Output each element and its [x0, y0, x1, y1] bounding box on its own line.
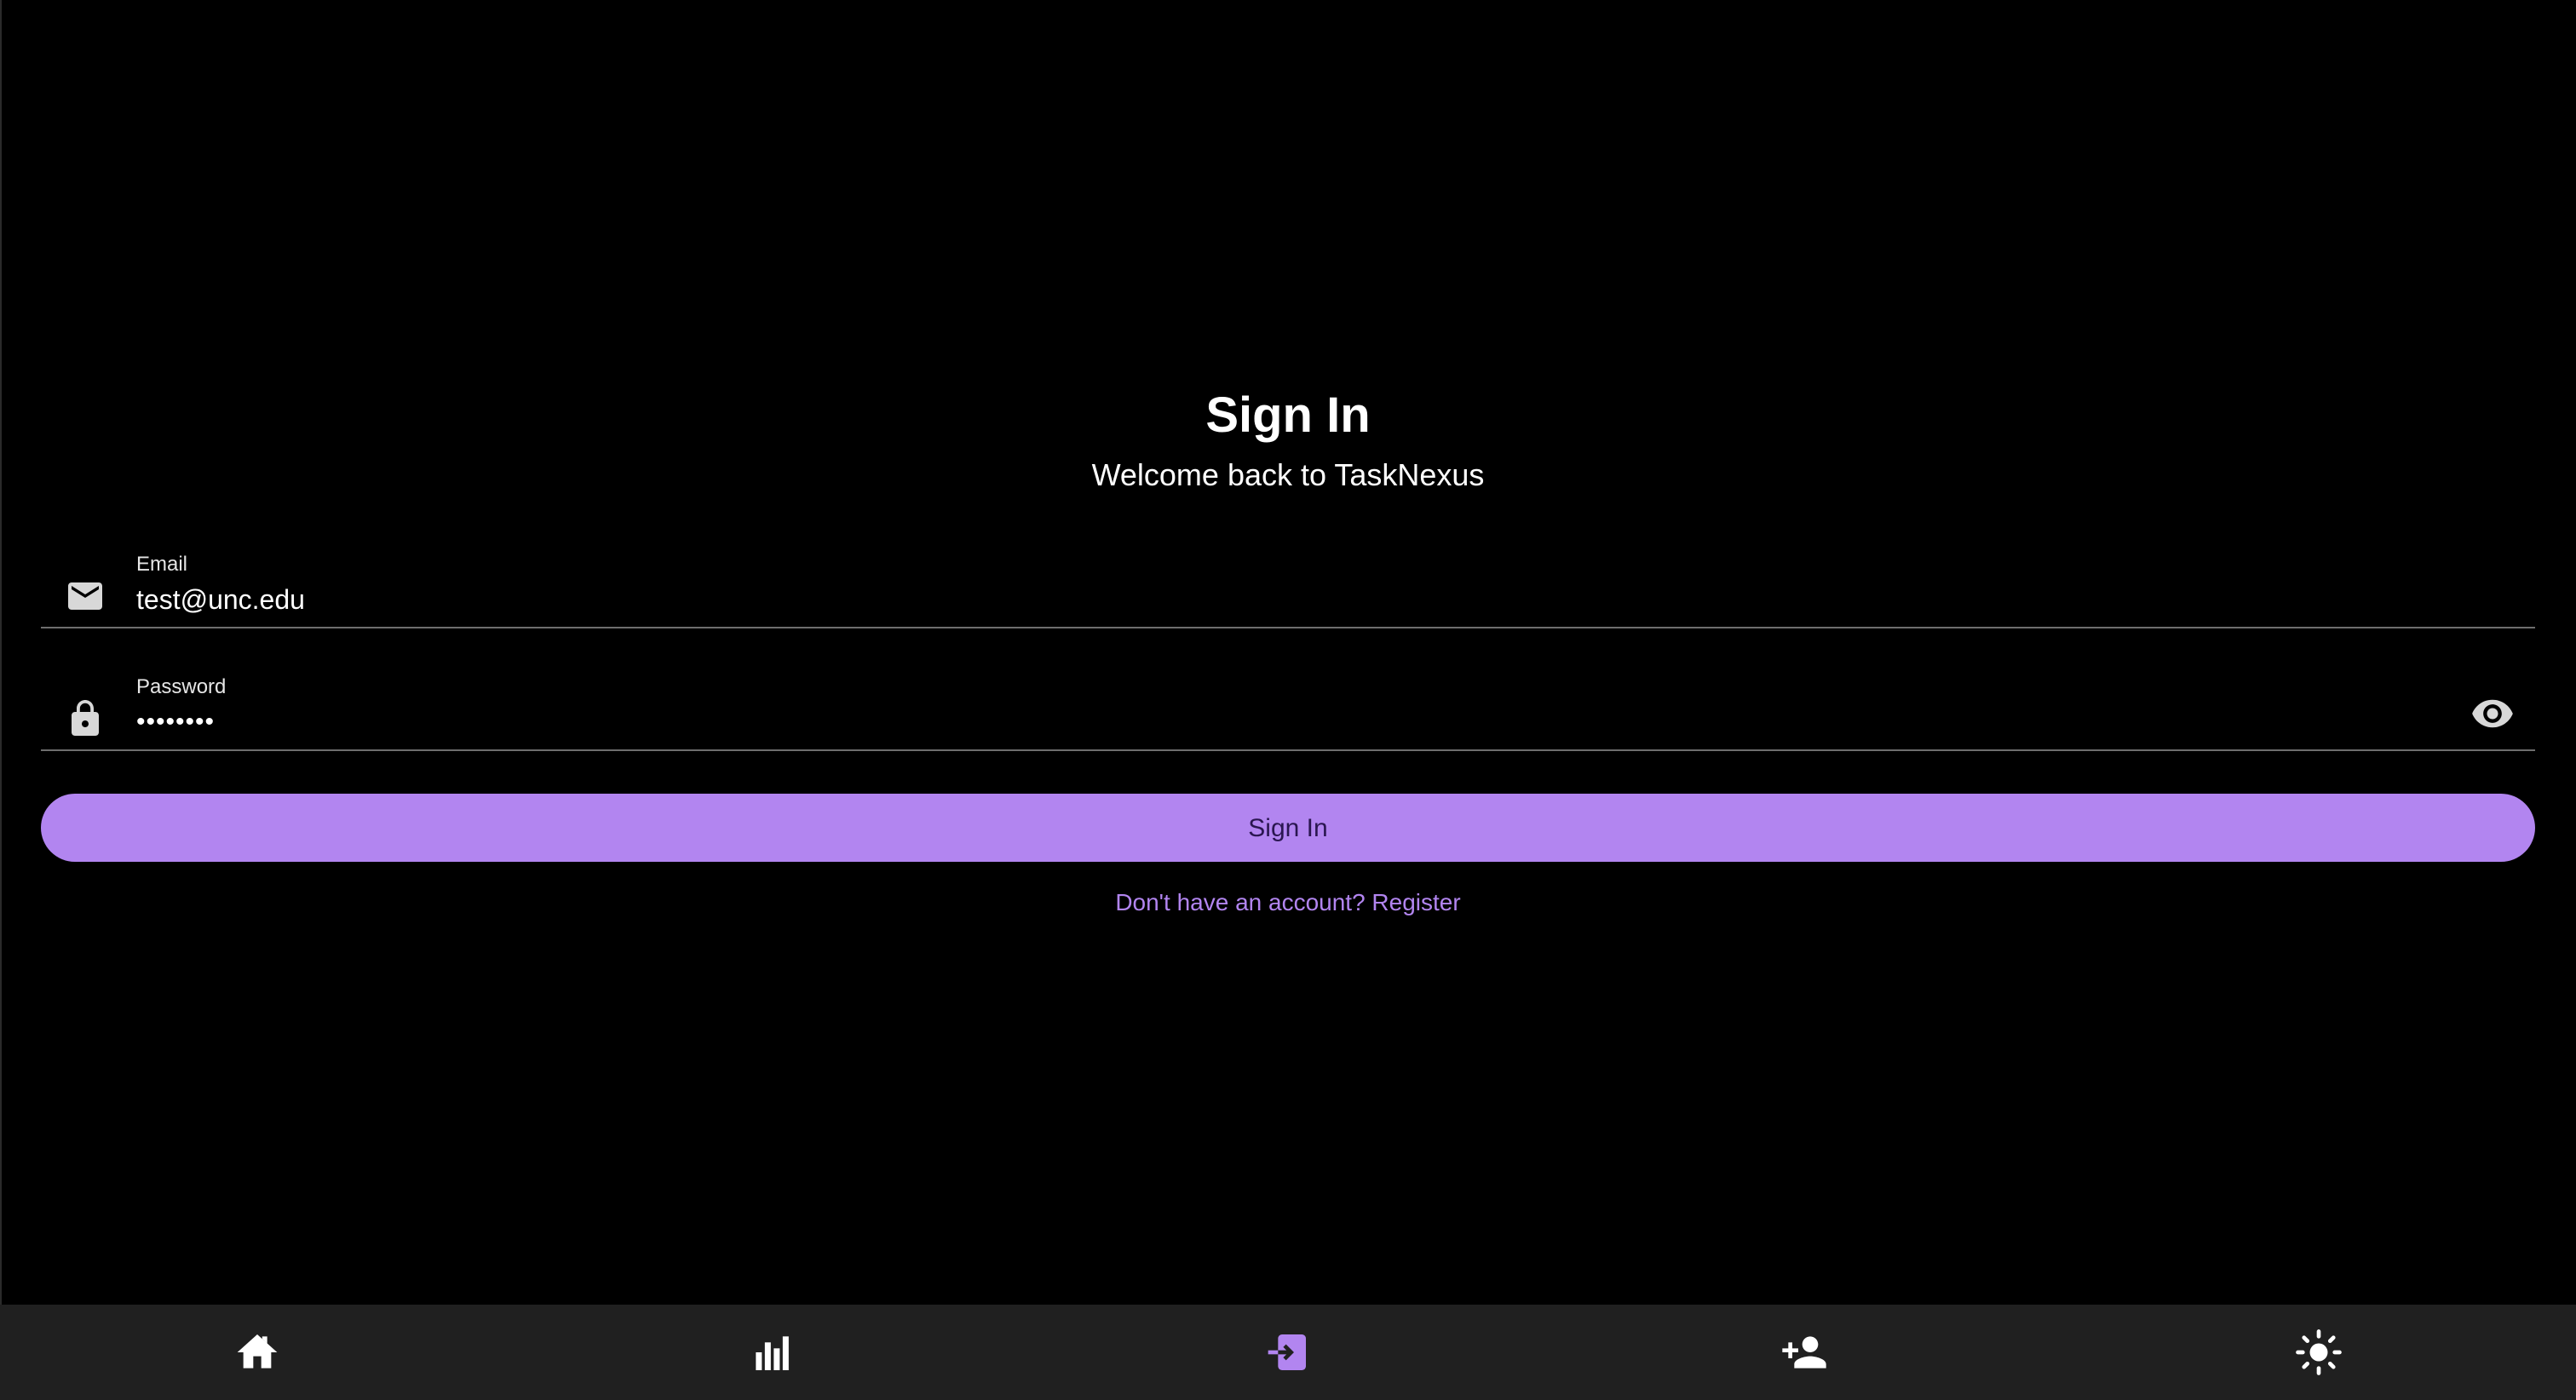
nav-register[interactable]	[1780, 1328, 1828, 1376]
sign-in-page: Sign In Welcome back to TaskNexus Email …	[0, 0, 2576, 1400]
bottom-navigation	[0, 1305, 2576, 1400]
show-password-toggle[interactable]	[2467, 688, 2518, 739]
email-input[interactable]	[136, 582, 2351, 617]
nav-home[interactable]	[233, 1328, 281, 1376]
login-icon	[1268, 1334, 1306, 1370]
password-input[interactable]: ••••••••	[136, 705, 2351, 739]
lock-icon	[65, 698, 106, 739]
nav-stats[interactable]	[748, 1328, 796, 1376]
email-field[interactable]: Email	[41, 543, 2535, 628]
email-label: Email	[136, 553, 188, 576]
page-subtitle: Welcome back to TaskNexus	[1091, 457, 1485, 492]
sun-icon	[2296, 1329, 2342, 1375]
nav-theme-toggle[interactable]	[2295, 1328, 2343, 1376]
window-edge	[0, 0, 2, 1400]
mail-icon	[65, 576, 106, 617]
bar-chart-icon	[756, 1336, 789, 1370]
home-icon	[237, 1334, 278, 1368]
page-title: Sign In	[1205, 387, 1371, 443]
add-person-icon	[1782, 1336, 1826, 1368]
password-label: Password	[136, 675, 227, 698]
eye-icon	[2472, 699, 2513, 728]
register-link[interactable]: Don't have an account? Register	[41, 886, 2535, 920]
nav-sign-in[interactable]	[1264, 1328, 1312, 1376]
password-field[interactable]: Password ••••••••	[41, 666, 2535, 751]
sign-in-button[interactable]: Sign In	[41, 794, 2535, 862]
